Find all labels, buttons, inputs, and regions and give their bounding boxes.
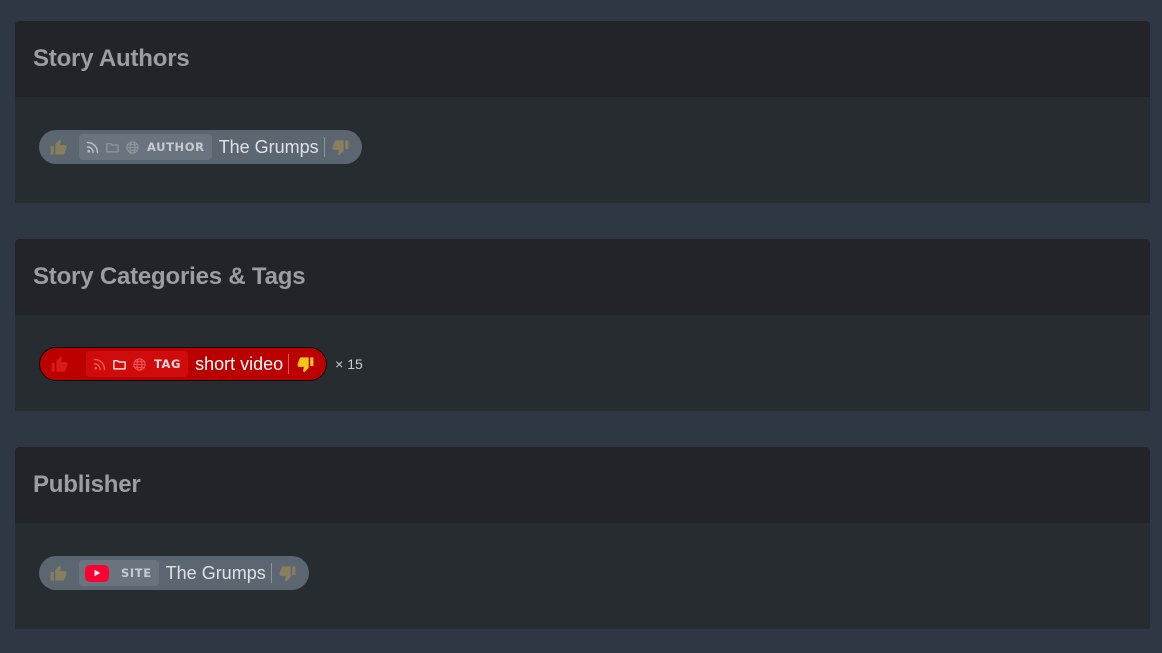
source-type-label: SITE	[121, 566, 152, 580]
globe-icon[interactable]	[124, 139, 140, 155]
thumbs-down-icon[interactable]	[277, 562, 299, 584]
thumbs-down-icon[interactable]	[330, 136, 352, 158]
thumbs-up-icon[interactable]	[47, 562, 69, 584]
section-body: TAG short video × 15	[15, 315, 1150, 411]
tag-name[interactable]: short video	[195, 354, 283, 375]
story-categories-tags-section: Story Categories & Tags TAG short video …	[15, 239, 1150, 411]
thumbs-down-icon[interactable]	[294, 353, 316, 375]
section-header: Story Categories & Tags	[15, 239, 1150, 315]
publisher-chip: SITE The Grumps	[39, 556, 309, 590]
divider	[323, 137, 325, 157]
source-type-box: TAG	[86, 351, 189, 377]
section-body: AUTHOR The Grumps	[15, 97, 1150, 203]
section-title: Story Authors	[33, 45, 190, 72]
section-header: Publisher	[15, 447, 1150, 523]
publisher-section: Publisher SITE The Grumps	[15, 447, 1150, 629]
source-type-label: TAG	[154, 357, 182, 371]
section-header: Story Authors	[15, 21, 1150, 97]
publisher-name[interactable]: The Grumps	[166, 563, 266, 584]
tag-chip: TAG short video	[39, 347, 328, 381]
divider	[288, 354, 290, 374]
thumbs-up-icon[interactable]	[48, 353, 70, 375]
section-title: Publisher	[33, 471, 141, 498]
youtube-icon	[85, 564, 109, 582]
rss-icon[interactable]	[84, 139, 100, 155]
rss-icon[interactable]	[91, 356, 107, 372]
source-type-box: SITE	[79, 560, 159, 586]
section-body: SITE The Grumps	[15, 523, 1150, 629]
story-count: × 15	[335, 356, 363, 372]
source-type-label: AUTHOR	[147, 140, 205, 154]
folder-icon[interactable]	[104, 139, 120, 155]
divider	[270, 563, 272, 583]
author-chip: AUTHOR The Grumps	[39, 130, 362, 164]
source-type-box: AUTHOR	[79, 134, 212, 160]
thumbs-up-icon[interactable]	[47, 136, 69, 158]
folder-icon[interactable]	[111, 356, 127, 372]
story-authors-section: Story Authors AUTHOR The Grumps	[15, 21, 1150, 203]
globe-icon[interactable]	[131, 356, 147, 372]
section-title: Story Categories & Tags	[33, 263, 306, 290]
author-name[interactable]: The Grumps	[219, 137, 319, 158]
